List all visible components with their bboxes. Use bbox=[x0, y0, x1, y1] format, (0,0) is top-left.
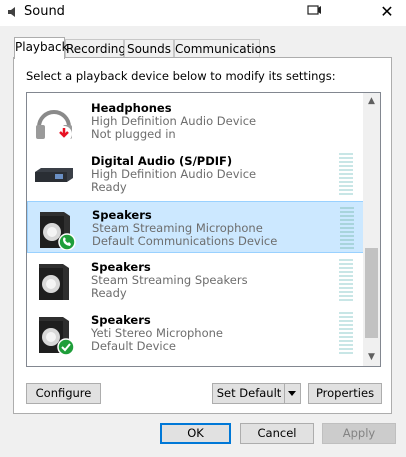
device-status: Ready bbox=[91, 180, 127, 194]
device-item-headphones[interactable]: Headphones High Definition Audio Device … bbox=[27, 95, 364, 147]
digital-audio-icon bbox=[35, 168, 73, 182]
volume-meter bbox=[339, 153, 353, 195]
set-default-dropdown-icon[interactable] bbox=[284, 383, 301, 404]
sound-settings-icon[interactable] bbox=[304, 3, 326, 21]
scroll-up-icon[interactable]: ▲ bbox=[363, 93, 380, 110]
instruction-text: Select a playback device below to modify… bbox=[26, 69, 336, 83]
sound-app-icon bbox=[8, 7, 15, 17]
device-name: Speakers bbox=[91, 260, 151, 274]
close-icon[interactable]: ✕ bbox=[376, 3, 398, 21]
device-subtitle: Steam Streaming Microphone bbox=[92, 221, 263, 235]
ok-button[interactable]: OK bbox=[160, 423, 231, 444]
tab-playback[interactable]: Playback bbox=[14, 37, 69, 59]
cancel-button[interactable]: Cancel bbox=[240, 423, 314, 444]
device-status: Ready bbox=[91, 286, 127, 300]
device-item-digital-audio[interactable]: Digital Audio (S/PDIF) High Definition A… bbox=[27, 148, 364, 200]
tab-communications[interactable]: Communications bbox=[174, 39, 276, 57]
device-subtitle: Yeti Stereo Microphone bbox=[91, 326, 223, 340]
device-status: Default Device bbox=[91, 339, 177, 353]
device-name: Speakers bbox=[91, 313, 151, 327]
device-subtitle: Steam Streaming Speakers bbox=[91, 273, 248, 287]
device-status: Not plugged in bbox=[91, 127, 176, 141]
configure-button[interactable]: Configure bbox=[26, 383, 101, 404]
device-name: Speakers bbox=[92, 208, 152, 222]
title-bar: Sound ✕ bbox=[0, 0, 406, 26]
playback-panel: Select a playback device below to modify… bbox=[13, 57, 392, 414]
device-name: Headphones bbox=[91, 101, 172, 115]
speaker-icon bbox=[39, 317, 75, 355]
device-subtitle: High Definition Audio Device bbox=[91, 167, 257, 181]
tab-recording[interactable]: Recording bbox=[65, 39, 126, 57]
set-default-button[interactable]: Set Default bbox=[212, 383, 285, 404]
scroll-down-icon[interactable]: ▼ bbox=[363, 349, 380, 366]
device-list-scrollbar[interactable]: ▲ ▼ bbox=[363, 93, 380, 366]
window-title: Sound bbox=[24, 4, 65, 19]
properties-button[interactable]: Properties bbox=[308, 383, 382, 404]
volume-meter bbox=[340, 207, 354, 249]
tab-sounds[interactable]: Sounds bbox=[124, 39, 174, 57]
apply-button[interactable]: Apply bbox=[322, 423, 396, 444]
device-name: Digital Audio (S/PDIF) bbox=[91, 154, 233, 168]
device-status: Default Communications Device bbox=[92, 234, 278, 248]
device-item-speakers-steam-speakers[interactable]: Speakers Steam Streaming Speakers Ready bbox=[27, 254, 364, 306]
speaker-icon bbox=[40, 212, 76, 250]
device-subtitle: High Definition Audio Device bbox=[91, 114, 257, 128]
volume-meter bbox=[339, 259, 353, 301]
headphones-icon bbox=[36, 110, 72, 142]
volume-meter bbox=[339, 312, 353, 354]
speaker-icon bbox=[39, 264, 69, 300]
scrollbar-thumb[interactable] bbox=[365, 248, 378, 338]
device-item-speakers-yeti[interactable]: Speakers Yeti Stereo Microphone Default … bbox=[27, 307, 364, 359]
device-list: Headphones High Definition Audio Device … bbox=[26, 92, 381, 367]
device-item-speakers-steam-mic[interactable]: Speakers Steam Streaming Microphone Defa… bbox=[27, 201, 364, 253]
